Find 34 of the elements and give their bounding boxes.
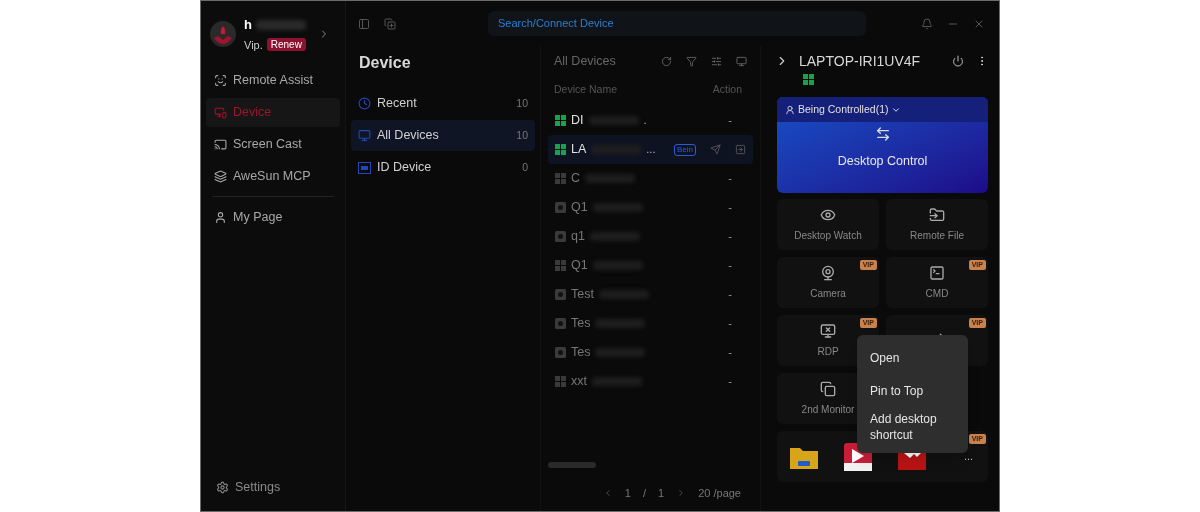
action-cell-text: -: [728, 374, 732, 390]
column-header: Action: [712, 82, 742, 98]
action-cell-text: -: [728, 287, 732, 303]
device-name: DI: [571, 112, 584, 130]
control-status: Being Controlled(1): [798, 101, 889, 117]
action-cell-text: -: [728, 229, 732, 245]
device-name: LA: [571, 141, 587, 159]
device-name: Tes: [571, 315, 591, 333]
list-title: All Devices: [554, 52, 616, 70]
device-name: C: [571, 170, 581, 188]
device-name: q1: [571, 228, 585, 246]
account-level: Vip.: [244, 37, 263, 53]
section-title: Device: [358, 53, 412, 73]
action-cell-text: -: [728, 171, 732, 187]
action-cell-text: -: [728, 200, 732, 216]
desktop-control-label: Desktop Control: [837, 153, 928, 170]
device-name: Test: [571, 286, 594, 304]
column-header: Device Name: [554, 82, 618, 98]
action-cell-text: -: [728, 113, 732, 129]
device-title: LAPTOP-IRI1UV4F: [799, 51, 921, 71]
account-name: h: [244, 16, 252, 34]
device-name-end: ...: [646, 142, 656, 158]
device-name-end: .: [643, 113, 647, 129]
current-page: 1: [624, 485, 631, 501]
device-name: Tes: [571, 344, 591, 362]
total-pages: 1: [658, 485, 665, 501]
action-cell-text: -: [728, 258, 732, 274]
action-cell-text: -: [728, 345, 732, 361]
device-name: xxt: [571, 373, 587, 391]
device-name: Q1: [571, 257, 588, 275]
status-badge: Bein: [674, 143, 696, 156]
action-cell-text: -: [728, 316, 732, 332]
device-name: Q1: [571, 199, 588, 217]
page-separator: /: [643, 485, 647, 501]
